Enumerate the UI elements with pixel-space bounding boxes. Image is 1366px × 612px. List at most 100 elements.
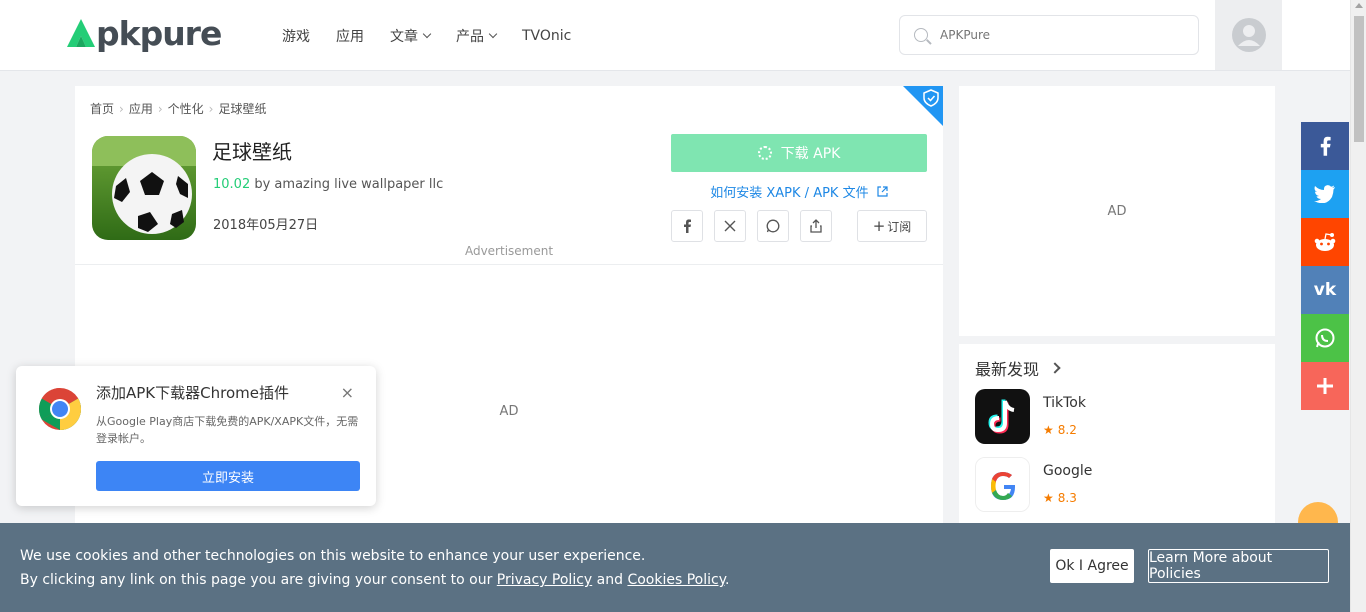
discover-item-google[interactable]: Google ★ 8.3 bbox=[975, 457, 1255, 513]
apkpure-logo[interactable]: pkpure bbox=[66, 13, 222, 53]
discover-item-name: Google bbox=[1043, 463, 1093, 479]
rating-value: 8.2 bbox=[1057, 423, 1077, 437]
plus-icon: + bbox=[872, 217, 886, 235]
nav-articles-label: 文章 bbox=[390, 29, 418, 45]
scroll-up-arrow-icon[interactable] bbox=[1355, 3, 1363, 8]
nav-games-label: 游戏 bbox=[282, 29, 310, 45]
social-facebook-button[interactable] bbox=[1301, 122, 1349, 170]
breadcrumb-current: 足球壁纸 bbox=[218, 102, 267, 116]
download-apk-label: 下载 APK bbox=[780, 146, 841, 162]
breadcrumb-separator: › bbox=[119, 101, 124, 116]
soccer-ball-image bbox=[92, 136, 196, 240]
tiktok-icon bbox=[975, 389, 1030, 444]
app-date: 2018年05月27日 bbox=[213, 218, 319, 233]
app-title: 足球壁纸 bbox=[212, 140, 292, 164]
how-to-install-label: 如何安装 XAPK / APK 文件 bbox=[710, 186, 869, 201]
install-extension-button[interactable]: 立即安装 bbox=[96, 461, 360, 491]
external-link-icon bbox=[877, 186, 888, 197]
facebook-icon bbox=[684, 219, 691, 233]
sidebar-ad: AD bbox=[959, 86, 1275, 336]
discover-item-rating: ★ 8.2 bbox=[1043, 423, 1077, 437]
social-more-button[interactable] bbox=[1301, 362, 1349, 410]
logo-text: pkpure bbox=[96, 13, 222, 53]
chevron-right-icon bbox=[1049, 362, 1061, 374]
x-twitter-icon bbox=[724, 220, 736, 232]
nav-tvonic-label: TVOnic bbox=[522, 28, 572, 44]
nav-apps-label: 应用 bbox=[336, 29, 364, 45]
privacy-policy-link[interactable]: Privacy Policy bbox=[497, 572, 592, 588]
user-avatar-button[interactable] bbox=[1215, 0, 1282, 70]
chrome-extension-popup: 添加APK下载器Chrome插件 × 从Google Play商店下载免费的AP… bbox=[16, 366, 376, 506]
close-icon[interactable]: × bbox=[341, 383, 354, 402]
share-x-button[interactable] bbox=[714, 210, 746, 242]
reddit-icon bbox=[1314, 233, 1336, 251]
site-header: pkpure 游戏 应用 文章 产品 TVOnic bbox=[0, 0, 1350, 71]
social-share-bar: vk bbox=[1301, 122, 1349, 410]
verified-badge bbox=[903, 86, 943, 126]
nav-articles[interactable]: 文章 bbox=[390, 26, 432, 46]
breadcrumb-personalization[interactable]: 个性化 bbox=[168, 100, 204, 117]
chevron-down-icon bbox=[422, 29, 432, 39]
subscribe-label: 订阅 bbox=[887, 219, 912, 234]
learn-more-policies-button[interactable]: Learn More about Policies bbox=[1148, 549, 1329, 583]
cookie-agree-button[interactable]: Ok I Agree bbox=[1050, 549, 1134, 583]
social-vk-button[interactable]: vk bbox=[1301, 266, 1349, 314]
nav-products-label: 产品 bbox=[456, 29, 484, 45]
nav-apps[interactable]: 应用 bbox=[336, 26, 364, 46]
share-whatsapp-button[interactable] bbox=[757, 210, 789, 242]
nav-tvonic[interactable]: TVOnic bbox=[522, 26, 571, 46]
rating-value: 8.3 bbox=[1057, 491, 1077, 505]
discover-panel: 最新发现 TikTok ★ 8.2 Google ★ 8.3 bbox=[959, 344, 1275, 534]
subscribe-button[interactable]: + 订阅 bbox=[857, 210, 927, 242]
share-icon bbox=[810, 219, 822, 233]
cookie-line-2-text: By clicking any link on this page you ar… bbox=[20, 572, 497, 588]
social-whatsapp-button[interactable] bbox=[1301, 314, 1349, 362]
whatsapp-icon bbox=[1315, 328, 1335, 348]
advertisement-label: Advertisement bbox=[464, 244, 554, 258]
user-avatar-icon bbox=[1231, 18, 1266, 52]
loading-spinner-icon bbox=[757, 146, 772, 160]
star-icon: ★ bbox=[1043, 491, 1054, 505]
app-version: 10.02 bbox=[213, 177, 251, 192]
search-input[interactable] bbox=[938, 27, 1168, 43]
nav-games[interactable]: 游戏 bbox=[282, 26, 310, 46]
facebook-icon bbox=[1320, 136, 1331, 156]
discover-item-tiktok[interactable]: TikTok ★ 8.2 bbox=[975, 389, 1255, 445]
cookies-policy-link[interactable]: Cookies Policy bbox=[627, 572, 725, 588]
search-box bbox=[899, 15, 1199, 55]
social-twitter-button[interactable] bbox=[1301, 170, 1349, 218]
breadcrumb-home[interactable]: 首页 bbox=[90, 100, 114, 117]
how-to-install-link[interactable]: 如何安装 XAPK / APK 文件 bbox=[671, 182, 927, 201]
cookie-consent-bar: We use cookies and other technologies on… bbox=[0, 523, 1350, 612]
app-icon bbox=[92, 136, 196, 240]
cookie-line-1: We use cookies and other technologies on… bbox=[20, 548, 646, 564]
app-developer[interactable]: by amazing live wallpaper llc bbox=[254, 177, 443, 192]
shield-check-icon bbox=[923, 89, 939, 107]
divider bbox=[75, 264, 943, 265]
twitter-icon bbox=[1314, 185, 1335, 203]
discover-item-name: TikTok bbox=[1043, 395, 1086, 411]
social-reddit-button[interactable] bbox=[1301, 218, 1349, 266]
share-more-button[interactable] bbox=[800, 210, 832, 242]
star-icon: ★ bbox=[1043, 423, 1054, 437]
page-scrollbar[interactable] bbox=[1350, 0, 1366, 612]
app-meta: 10.02 by amazing live wallpaper llc bbox=[213, 177, 443, 192]
breadcrumb-separator: › bbox=[157, 101, 163, 116]
scrollbar-thumb[interactable] bbox=[1354, 16, 1364, 142]
cookie-line-2: By clicking any link on this page you ar… bbox=[20, 572, 729, 588]
download-apk-button[interactable]: 下载 APK bbox=[671, 134, 927, 172]
chrome-icon bbox=[38, 387, 82, 435]
discover-title-label: 最新发现 bbox=[975, 360, 1040, 379]
nav-products[interactable]: 产品 bbox=[456, 26, 498, 46]
breadcrumb: 首页 › 应用 › 个性化 › 足球壁纸 bbox=[90, 100, 267, 117]
discover-item-rating: ★ 8.3 bbox=[1043, 491, 1077, 505]
chevron-down-icon bbox=[488, 29, 498, 39]
search-icon[interactable] bbox=[914, 28, 928, 42]
discover-title[interactable]: 最新发现 bbox=[975, 356, 1061, 380]
breadcrumb-apps[interactable]: 应用 bbox=[129, 100, 153, 117]
popup-description: 从Google Play商店下载免费的APK/XAPK文件，无需登录帐户。 bbox=[96, 415, 359, 445]
whatsapp-icon bbox=[766, 219, 780, 233]
main-nav: 游戏 应用 文章 产品 TVOnic bbox=[282, 26, 597, 46]
popup-title: 添加APK下载器Chrome插件 bbox=[96, 384, 289, 402]
share-facebook-button[interactable] bbox=[671, 210, 703, 242]
